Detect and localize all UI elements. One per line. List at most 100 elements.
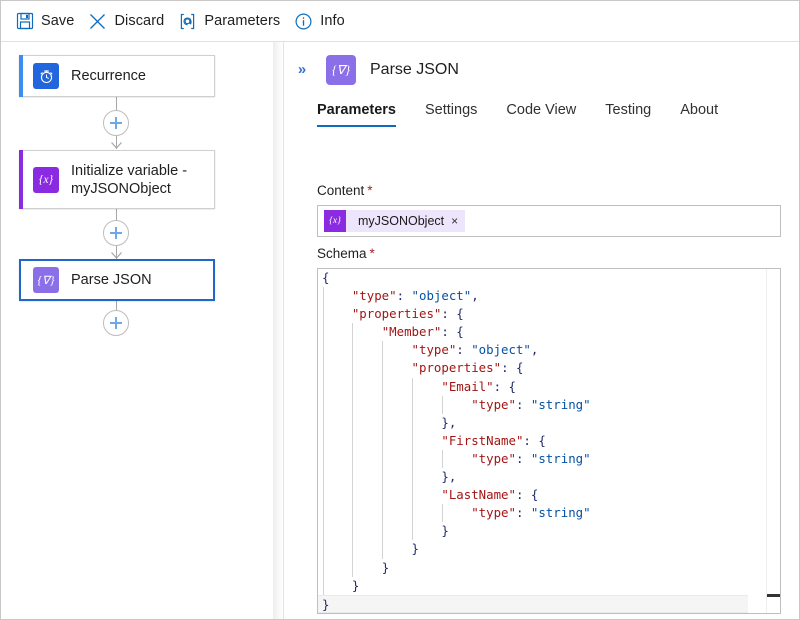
code-token: : { — [501, 360, 524, 376]
code-line[interactable]: } — [318, 594, 748, 613]
content-label-text: Content — [317, 183, 365, 198]
editor-surface[interactable]: { "type": "object", "properties": { "Mem… — [318, 269, 748, 613]
code-token: "properties" — [411, 360, 502, 376]
code-line[interactable]: }, — [318, 468, 748, 486]
code-token: , — [471, 288, 479, 304]
tab-parameters[interactable]: Parameters — [317, 102, 396, 127]
schema-required-marker: * — [369, 246, 375, 261]
code-line[interactable]: "type": "object", — [318, 341, 748, 359]
add-step-button-2[interactable] — [103, 220, 129, 246]
schema-field-label: Schema * — [317, 246, 375, 261]
panel-header: » {∇} Parse JSON — [285, 42, 799, 97]
code-token: : { — [493, 378, 516, 394]
content-required-marker: * — [367, 183, 373, 198]
node-label-parse-json: Parse JSON — [71, 272, 152, 288]
code-token: "string" — [530, 450, 591, 466]
workflow-node-recurrence[interactable]: Recurrence — [19, 55, 215, 97]
code-token: } — [441, 523, 449, 539]
parameters-icon — [178, 12, 197, 31]
save-label: Save — [41, 13, 75, 29]
logic-app-designer: Save Discard Parameters Info Recurrence … — [0, 0, 800, 620]
code-token: "type" — [411, 342, 457, 358]
code-token: : — [515, 505, 531, 521]
code-token: }, — [441, 469, 457, 485]
code-token: "type" — [471, 396, 516, 412]
code-token: : — [456, 342, 472, 358]
add-step-button-3[interactable] — [103, 310, 129, 336]
add-step-button-1[interactable] — [103, 110, 129, 136]
code-token: : — [515, 450, 531, 466]
panel-splitter[interactable] — [273, 42, 284, 619]
code-line[interactable]: } — [318, 522, 748, 540]
ruler-cursor-mark — [767, 594, 780, 597]
token-chip-myjsonobject[interactable]: {x} myJSONObject × — [324, 210, 466, 232]
code-token: "string" — [530, 505, 591, 521]
parse-json-icon: {∇} — [326, 54, 356, 85]
code-token: "type" — [471, 505, 516, 521]
code-line[interactable]: "Member": { — [318, 323, 748, 341]
code-token: } — [381, 559, 390, 575]
code-token: } — [411, 541, 419, 557]
node-label-initialize-variable: Initialize variable - myJSONObject — [71, 162, 188, 197]
code-line[interactable]: } — [318, 540, 748, 558]
tab-testing[interactable]: Testing — [605, 102, 651, 127]
content-field-label: Content * — [317, 183, 373, 198]
code-token: : — [515, 396, 531, 412]
code-token: "type" — [351, 288, 397, 304]
code-line[interactable]: "type": "string" — [318, 396, 748, 414]
info-button[interactable]: Info — [290, 6, 355, 36]
collapse-panel-icon[interactable]: » — [290, 59, 312, 81]
code-line[interactable]: }, — [318, 414, 748, 432]
schema-code-editor[interactable]: { "type": "object", "properties": { "Mem… — [317, 268, 781, 614]
panel-title: Parse JSON — [370, 60, 459, 78]
code-token: : — [396, 288, 412, 304]
node-accent-bar — [19, 55, 23, 97]
code-lines[interactable]: { "type": "object", "properties": { "Mem… — [318, 269, 748, 613]
code-line[interactable]: { — [318, 269, 748, 287]
code-line[interactable]: "FirstName": { — [318, 432, 748, 450]
code-line[interactable]: } — [318, 577, 748, 595]
code-line[interactable]: "Email": { — [318, 378, 748, 396]
node-label-recurrence: Recurrence — [71, 68, 146, 84]
code-token: } — [322, 596, 330, 612]
workflow-node-initialize-variable[interactable]: {x} Initialize variable - myJSONObject — [19, 150, 215, 209]
code-line[interactable]: "LastName": { — [318, 486, 748, 504]
variable-icon: {x} — [33, 166, 59, 193]
code-token: : { — [441, 306, 464, 322]
discard-button[interactable]: Discard — [84, 6, 174, 36]
code-token: "object" — [411, 288, 472, 304]
tab-settings[interactable]: Settings — [425, 102, 477, 127]
schema-label-text: Schema — [317, 246, 367, 261]
code-token: } — [351, 577, 360, 593]
parameters-button[interactable]: Parameters — [174, 6, 290, 36]
code-line[interactable]: "type": "object", — [318, 287, 748, 305]
content-input[interactable]: {x} myJSONObject × — [317, 205, 781, 237]
code-token: "string" — [530, 396, 591, 412]
save-button[interactable]: Save — [11, 6, 84, 36]
action-details-panel: » {∇} Parse JSON Parameters Settings Cod… — [285, 42, 799, 619]
code-token: "FirstName" — [441, 432, 524, 448]
code-token: "Email" — [441, 378, 494, 394]
workflow-node-parse-json[interactable]: {∇} Parse JSON — [19, 259, 215, 301]
tab-code-view[interactable]: Code View — [506, 102, 576, 127]
discard-icon — [88, 12, 107, 31]
info-label: Info — [320, 13, 345, 29]
code-token: "Member" — [381, 324, 442, 340]
editor-overview-ruler[interactable] — [766, 269, 780, 613]
info-icon — [294, 12, 313, 31]
code-line[interactable]: "properties": { — [318, 305, 748, 323]
code-line[interactable]: "type": "string" — [318, 504, 748, 522]
code-token: "LastName" — [441, 487, 516, 503]
command-toolbar: Save Discard Parameters Info — [1, 1, 799, 42]
workflow-canvas[interactable]: Recurrence {x} Initialize variable - myJ… — [1, 42, 273, 619]
tab-about[interactable]: About — [680, 102, 718, 127]
code-line[interactable]: "type": "string" — [318, 450, 748, 468]
discard-label: Discard — [114, 13, 165, 29]
panel-tabs: Parameters Settings Code View Testing Ab… — [317, 102, 747, 134]
remove-token-icon[interactable]: × — [451, 214, 465, 228]
parse-json-icon: {∇} — [33, 267, 59, 293]
code-token: "properties" — [351, 306, 442, 322]
connector-arrow-2 — [111, 252, 122, 259]
code-line[interactable]: } — [318, 559, 748, 577]
code-line[interactable]: "properties": { — [318, 359, 748, 377]
